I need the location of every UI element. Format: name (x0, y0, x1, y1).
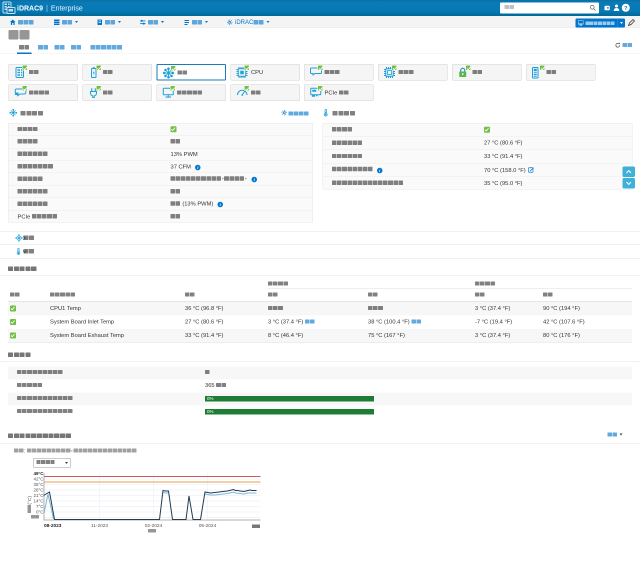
svg-text:11-2023: 11-2023 (91, 523, 108, 529)
svg-text:42°C: 42°C (33, 477, 44, 482)
svg-text:14°C: 14°C (33, 499, 44, 504)
svg-text:08-2023: 08-2023 (44, 523, 62, 529)
svg-text:21°C: 21°C (33, 493, 44, 498)
svg-text:49°C: 49°C (33, 471, 44, 476)
svg-text:7°C: 7°C (36, 504, 44, 509)
svg-text:35°C: 35°C (33, 482, 44, 487)
svg-text:28°C: 28°C (33, 488, 44, 493)
svg-text:05-2024: 05-2024 (199, 523, 217, 529)
